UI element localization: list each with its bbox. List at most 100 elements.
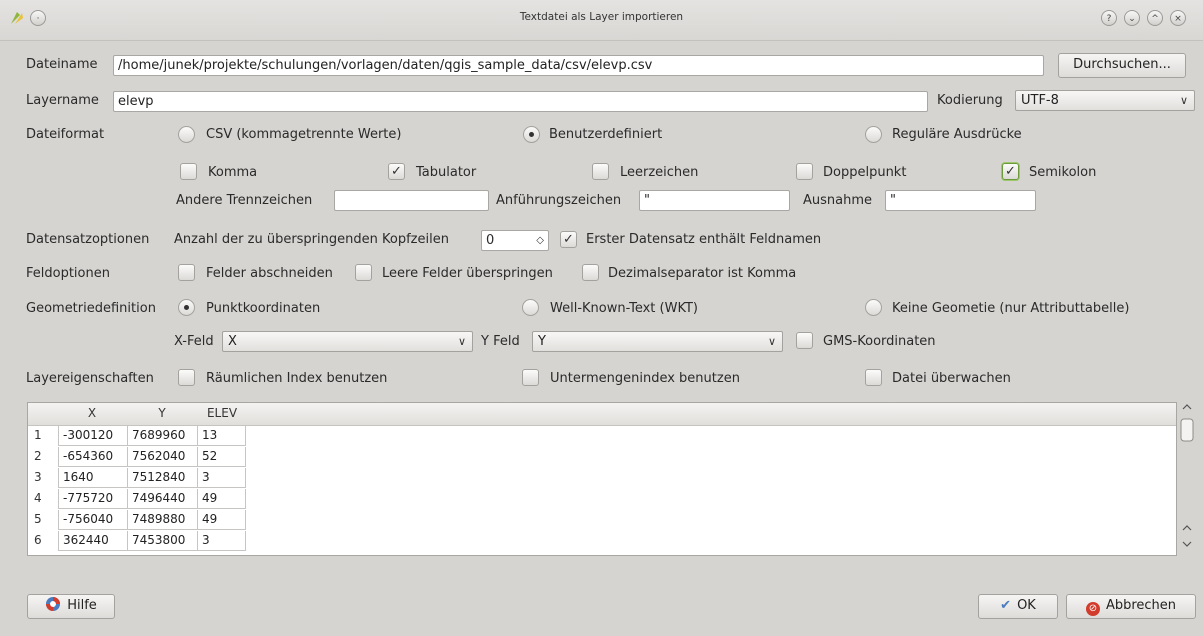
spinner-arrows-icon[interactable]: ◇ (536, 231, 544, 250)
table-cell[interactable]: -300120 (58, 426, 128, 446)
table-cell[interactable]: 7489880 (128, 510, 198, 530)
encoding-value: UTF-8 (1021, 93, 1059, 108)
checkbox-comma[interactable] (180, 163, 197, 180)
checkbox-decimal-comma[interactable] (582, 264, 599, 281)
radio-regex[interactable] (865, 126, 882, 143)
column-header-y[interactable]: Y (128, 406, 196, 420)
cancel-button[interactable]: ⊘ Abbrechen (1066, 594, 1196, 619)
table-cell[interactable]: 7562040 (128, 447, 198, 467)
table-cell[interactable]: 49 (198, 510, 246, 530)
table-header: X Y ELEV (28, 403, 1176, 426)
cancel-icon: ⊘ (1085, 602, 1100, 616)
layername-input[interactable]: elevp (113, 91, 928, 112)
checkbox-tab[interactable]: ✓ (388, 163, 405, 180)
help-titlebar-icon[interactable]: ? (1101, 10, 1117, 26)
checkbox-decimal-comma-label: Dezimalseparator ist Komma (608, 266, 797, 281)
help-lifebuoy-icon (46, 597, 61, 611)
escape-input[interactable]: " (885, 190, 1036, 211)
other-delimiter-input[interactable] (334, 190, 489, 211)
fileformat-label: Dateiformat (26, 127, 105, 142)
radio-custom[interactable] (523, 126, 540, 143)
row-header[interactable]: 3 (28, 470, 58, 484)
table-cell[interactable]: 49 (198, 489, 246, 509)
minimize-icon[interactable]: ⌄ (1124, 10, 1140, 26)
checkbox-skip-empty[interactable] (355, 264, 372, 281)
radio-point-coords[interactable] (178, 299, 195, 316)
checkbox-watch-file[interactable] (865, 369, 882, 386)
checkbox-subset-index-label: Untermengenindex benutzen (550, 371, 740, 386)
table-cell[interactable]: 52 (198, 447, 246, 467)
table-cell[interactable]: 7512840 (128, 468, 198, 488)
table-cell[interactable]: -756040 (58, 510, 128, 530)
ok-button[interactable]: ✔ OK (978, 594, 1058, 619)
filename-label: Dateiname (26, 57, 98, 72)
checkbox-subset-index[interactable] (522, 369, 539, 386)
radio-no-geometry[interactable] (865, 299, 882, 316)
table-cell[interactable]: 7453800 (128, 531, 198, 551)
close-icon[interactable]: × (1170, 10, 1186, 26)
checkbox-watch-file-label: Datei überwachen (892, 371, 1011, 386)
encoding-label: Kodierung (937, 93, 1003, 108)
xfield-label: X-Feld (174, 334, 214, 349)
table-cell[interactable]: -654360 (58, 447, 128, 467)
checkbox-semicolon[interactable]: ✓ (1002, 163, 1019, 180)
layer-props-label: Layereigenschaften (26, 371, 154, 386)
preview-table[interactable]: X Y ELEV 1 -300120 7689960 13 2 -654360 756204… (27, 402, 1177, 556)
checkbox-space[interactable] (592, 163, 609, 180)
table-cell[interactable]: 7689960 (128, 426, 198, 446)
radio-wkt-label: Well-Known-Text (WKT) (550, 301, 698, 316)
checkbox-semicolon-label: Semikolon (1029, 165, 1097, 180)
skip-lines-value: 0 (486, 233, 495, 248)
yfield-label: Y Feld (481, 334, 520, 349)
quote-input[interactable]: " (639, 190, 790, 211)
table-cell[interactable]: 7496440 (128, 489, 198, 509)
yfield-select[interactable]: Y ∨ (532, 331, 783, 352)
checkbox-spatial-index-label: Räumlichen Index benutzen (206, 371, 388, 386)
table-cell[interactable]: 3 (198, 468, 246, 488)
radio-csv[interactable] (178, 126, 195, 143)
skip-lines-label: Anzahl der zu überspringenden Kopfzeilen (174, 232, 449, 247)
table-cell[interactable]: 362440 (58, 531, 128, 551)
help-button-label: Hilfe (67, 598, 97, 613)
browse-button[interactable]: Durchsuchen... (1058, 53, 1186, 78)
skip-lines-spinner[interactable]: 0 ◇ (481, 230, 549, 251)
row-header[interactable]: 6 (28, 533, 58, 547)
other-delimiter-label: Andere Trennzeichen (176, 193, 313, 208)
dialog-window: · Textdatei als Layer importieren ? ⌄ ^ … (0, 0, 1203, 636)
table-cell[interactable]: 1640 (58, 468, 128, 488)
checkbox-colon[interactable] (796, 163, 813, 180)
checkbox-dms-label: GMS-Koordinaten (823, 334, 936, 349)
checkbox-trim-label: Felder abschneiden (206, 266, 333, 281)
radio-point-coords-label: Punktkoordinaten (206, 301, 321, 316)
escape-label: Ausnahme (803, 193, 873, 208)
column-header-x[interactable]: X (58, 406, 126, 420)
table-cell[interactable]: -775720 (58, 489, 128, 509)
column-header-elev[interactable]: ELEV (198, 406, 246, 420)
help-button[interactable]: Hilfe (27, 594, 115, 619)
table-cell[interactable]: 3 (198, 531, 246, 551)
filename-input[interactable]: /home/junek/projekte/schulungen/vorlagen… (113, 55, 1044, 76)
row-header[interactable]: 1 (28, 428, 58, 442)
cancel-button-label: Abbrechen (1105, 598, 1177, 613)
encoding-select[interactable]: UTF-8 ∨ (1015, 90, 1195, 111)
checkbox-trim[interactable] (178, 264, 195, 281)
chevron-down-icon: ∨ (457, 335, 466, 348)
checkbox-spatial-index[interactable] (178, 369, 195, 386)
radio-no-geometry-label: Keine Geometie (nur Attributtabelle) (892, 301, 1130, 316)
checkbox-dms[interactable] (796, 332, 813, 349)
row-header[interactable]: 4 (28, 491, 58, 505)
checkbox-header-row[interactable]: ✓ (560, 231, 577, 248)
radio-wkt[interactable] (522, 299, 539, 316)
layername-label: Layername (26, 93, 99, 108)
table-cell[interactable]: 13 (198, 426, 246, 446)
maximize-icon[interactable]: ^ (1147, 10, 1163, 26)
xfield-select[interactable]: X ∨ (222, 331, 473, 352)
row-header[interactable]: 5 (28, 512, 58, 526)
table-scrollbar[interactable] (1179, 402, 1195, 556)
title-bar: · Textdatei als Layer importieren ? ⌄ ^ … (0, 0, 1203, 41)
radio-custom-label: Benutzerdefiniert (549, 127, 663, 142)
checkbox-comma-label: Komma (208, 165, 258, 180)
row-header[interactable]: 2 (28, 449, 58, 463)
radio-regex-label: Reguläre Ausdrücke (892, 127, 1022, 142)
xfield-value: X (228, 334, 237, 349)
